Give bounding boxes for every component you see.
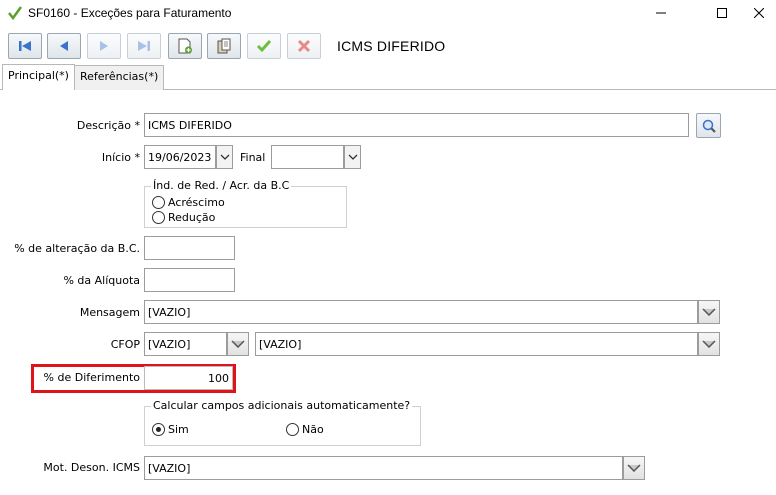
magnifier-icon bbox=[702, 119, 716, 133]
last-record-icon bbox=[138, 41, 150, 51]
close-button[interactable] bbox=[736, 0, 776, 26]
previous-record-icon bbox=[60, 41, 68, 51]
final-date-input[interactable] bbox=[271, 145, 344, 169]
new-document-icon bbox=[178, 38, 192, 54]
final-date-dropdown[interactable] bbox=[344, 145, 361, 169]
tab-bar: Principal(*) Referências(*) bbox=[0, 64, 776, 90]
confirm-button[interactable] bbox=[247, 33, 281, 59]
window-title: SF0160 - Exceções para Faturamento bbox=[28, 6, 232, 20]
perc-diferimento-input[interactable]: 100 bbox=[144, 366, 233, 390]
chevron-down-icon bbox=[627, 464, 641, 472]
previous-record-button[interactable] bbox=[47, 33, 81, 59]
copy-record-button[interactable] bbox=[207, 33, 241, 59]
mensagem-label: Mensagem bbox=[79, 306, 140, 319]
new-record-button[interactable] bbox=[168, 33, 202, 59]
chevron-down-icon bbox=[348, 154, 357, 160]
inicio-date-input[interactable]: 19/06/2023 bbox=[144, 145, 216, 169]
record-title: ICMS DIFERIDO bbox=[337, 38, 446, 54]
radio-reducao[interactable]: Redução bbox=[152, 211, 215, 224]
perc-diferimento-label: % de Diferimento bbox=[43, 371, 140, 384]
inicio-date-dropdown[interactable] bbox=[216, 145, 233, 169]
form-panel: Descrição * ICMS DIFERIDO Início * 19/06… bbox=[0, 90, 776, 495]
chevron-down-icon bbox=[702, 308, 716, 316]
radio-nao[interactable]: Não bbox=[286, 423, 324, 436]
mot-deson-label: Mot. Deson. ICMS bbox=[43, 461, 140, 474]
radio-sim-circle[interactable] bbox=[152, 423, 165, 436]
inicio-label: Início * bbox=[101, 151, 140, 164]
chevron-down-icon bbox=[220, 154, 229, 160]
first-record-icon bbox=[19, 41, 31, 51]
title-bar: SF0160 - Exceções para Faturamento bbox=[0, 0, 776, 26]
perc-alteracao-input[interactable] bbox=[144, 236, 235, 260]
radio-acrescimo-circle[interactable] bbox=[152, 196, 165, 209]
mot-deson-select[interactable]: [VAZIO] bbox=[144, 456, 623, 480]
check-icon bbox=[256, 40, 272, 53]
chevron-down-icon bbox=[702, 340, 716, 348]
radio-reducao-circle[interactable] bbox=[152, 211, 165, 224]
final-label: Final bbox=[240, 151, 266, 164]
mot-deson-dropdown-button[interactable] bbox=[623, 456, 645, 480]
first-record-button[interactable] bbox=[8, 33, 42, 59]
radio-sim[interactable]: Sim bbox=[152, 423, 189, 436]
search-button[interactable] bbox=[696, 113, 721, 138]
radio-reducao-label: Redução bbox=[168, 211, 216, 224]
mensagem-select[interactable]: [VAZIO] bbox=[144, 300, 698, 324]
descricao-label: Descrição * bbox=[76, 119, 140, 132]
mensagem-dropdown-button[interactable] bbox=[698, 300, 720, 324]
next-record-icon bbox=[100, 41, 108, 51]
minimize-button[interactable] bbox=[638, 0, 684, 26]
toolbar: ICMS DIFERIDO bbox=[0, 30, 776, 62]
radio-nao-circle[interactable] bbox=[286, 423, 299, 436]
close-icon bbox=[754, 8, 764, 18]
app-check-icon bbox=[8, 6, 22, 20]
cfop-description-dropdown-button[interactable] bbox=[698, 332, 720, 356]
calcular-title: Calcular campos adicionais automaticamen… bbox=[151, 399, 413, 412]
chevron-down-icon bbox=[231, 340, 245, 348]
maximize-icon bbox=[717, 8, 727, 18]
perc-aliquota-input[interactable] bbox=[144, 268, 235, 292]
next-record-button[interactable] bbox=[87, 33, 121, 59]
cancel-x-icon bbox=[297, 39, 311, 53]
perc-alteracao-label: % de alteração da B.C. bbox=[14, 242, 140, 255]
cfop-label: CFOP bbox=[110, 338, 140, 351]
last-record-button[interactable] bbox=[127, 33, 161, 59]
tab-referencias[interactable]: Referências(*) bbox=[74, 65, 165, 90]
radio-nao-label: Não bbox=[302, 423, 324, 436]
perc-aliquota-label: % da Alíquota bbox=[63, 274, 140, 287]
ind-red-title: Índ. de Red. / Acr. da B.C bbox=[151, 179, 292, 192]
descricao-input[interactable]: ICMS DIFERIDO bbox=[144, 113, 689, 137]
clipboard-copy-icon bbox=[217, 38, 231, 54]
cancel-button[interactable] bbox=[287, 33, 321, 59]
cfop-code-dropdown-button[interactable] bbox=[227, 332, 249, 356]
minimize-icon bbox=[656, 12, 666, 14]
cfop-code-select[interactable]: [VAZIO] bbox=[144, 332, 227, 356]
radio-acrescimo-label: Acréscimo bbox=[168, 196, 225, 209]
radio-sim-label: Sim bbox=[168, 423, 189, 436]
tab-principal[interactable]: Principal(*) bbox=[2, 64, 75, 90]
cfop-description-select[interactable]: [VAZIO] bbox=[255, 332, 698, 356]
radio-acrescimo[interactable]: Acréscimo bbox=[152, 196, 225, 209]
